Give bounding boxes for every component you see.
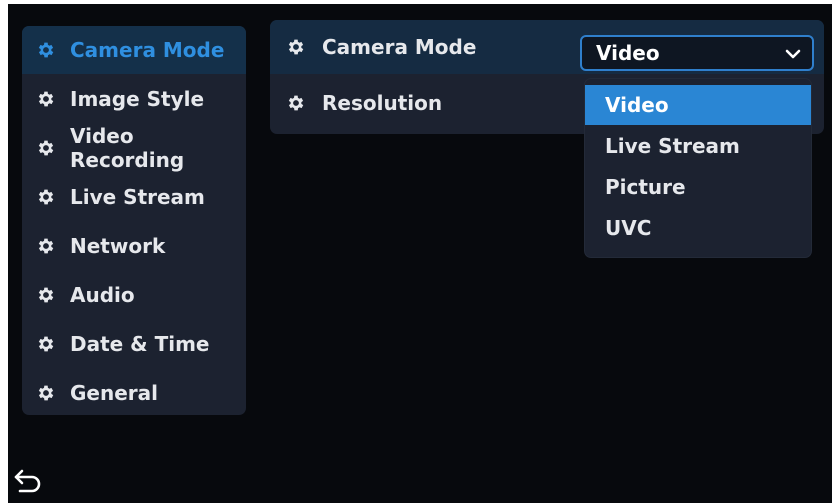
sidebar-item-audio[interactable]: Audio <box>22 271 246 319</box>
sidebar-item-label: Audio <box>70 283 135 307</box>
sidebar-item-label: General <box>70 381 158 405</box>
gear-icon <box>36 285 56 305</box>
sidebar-item-label: Video Recording <box>70 124 185 172</box>
sidebar-item-live-stream[interactable]: Live Stream <box>22 173 246 221</box>
gear-icon <box>36 383 56 403</box>
sidebar-item-camera-mode[interactable]: Camera Mode <box>22 26 246 74</box>
gear-icon <box>36 138 56 158</box>
sidebar-item-label: Network <box>70 234 166 258</box>
gear-icon <box>36 187 56 207</box>
gear-icon <box>286 93 306 113</box>
setting-row-label: Resolution <box>322 91 443 115</box>
gear-icon <box>36 89 56 109</box>
camera-mode-select-value: Video <box>596 41 660 65</box>
setting-row-label: Camera Mode <box>322 35 477 59</box>
sidebar-item-image-style[interactable]: Image Style <box>22 75 246 123</box>
dropdown-option-video[interactable]: Video <box>585 85 811 125</box>
gear-icon <box>36 236 56 256</box>
sidebar-item-label: Camera Mode <box>70 38 225 62</box>
camera-mode-select[interactable]: Video <box>580 35 814 71</box>
dropdown-option-picture[interactable]: Picture <box>585 167 811 207</box>
settings-sidebar: Camera Mode Image Style Video Recording … <box>22 26 246 415</box>
sidebar-item-label: Date & Time <box>70 332 210 356</box>
sidebar-item-general[interactable]: General <box>22 369 246 417</box>
back-arrow-icon[interactable] <box>12 466 46 496</box>
sidebar-item-video-recording[interactable]: Video Recording <box>22 124 246 172</box>
chevron-down-icon <box>785 49 801 59</box>
gear-icon <box>36 334 56 354</box>
sidebar-item-label: Image Style <box>70 87 205 111</box>
dropdown-option-uvc[interactable]: UVC <box>585 208 811 248</box>
sidebar-item-date-time[interactable]: Date & Time <box>22 320 246 368</box>
sidebar-item-label: Live Stream <box>70 185 205 209</box>
gear-icon <box>286 37 306 57</box>
gear-icon <box>36 40 56 60</box>
camera-mode-dropdown-list: Video Live Stream Picture UVC <box>585 79 811 257</box>
dropdown-option-live-stream[interactable]: Live Stream <box>585 126 811 166</box>
sidebar-item-network[interactable]: Network <box>22 222 246 270</box>
device-screen: Camera Mode Image Style Video Recording … <box>8 4 832 503</box>
